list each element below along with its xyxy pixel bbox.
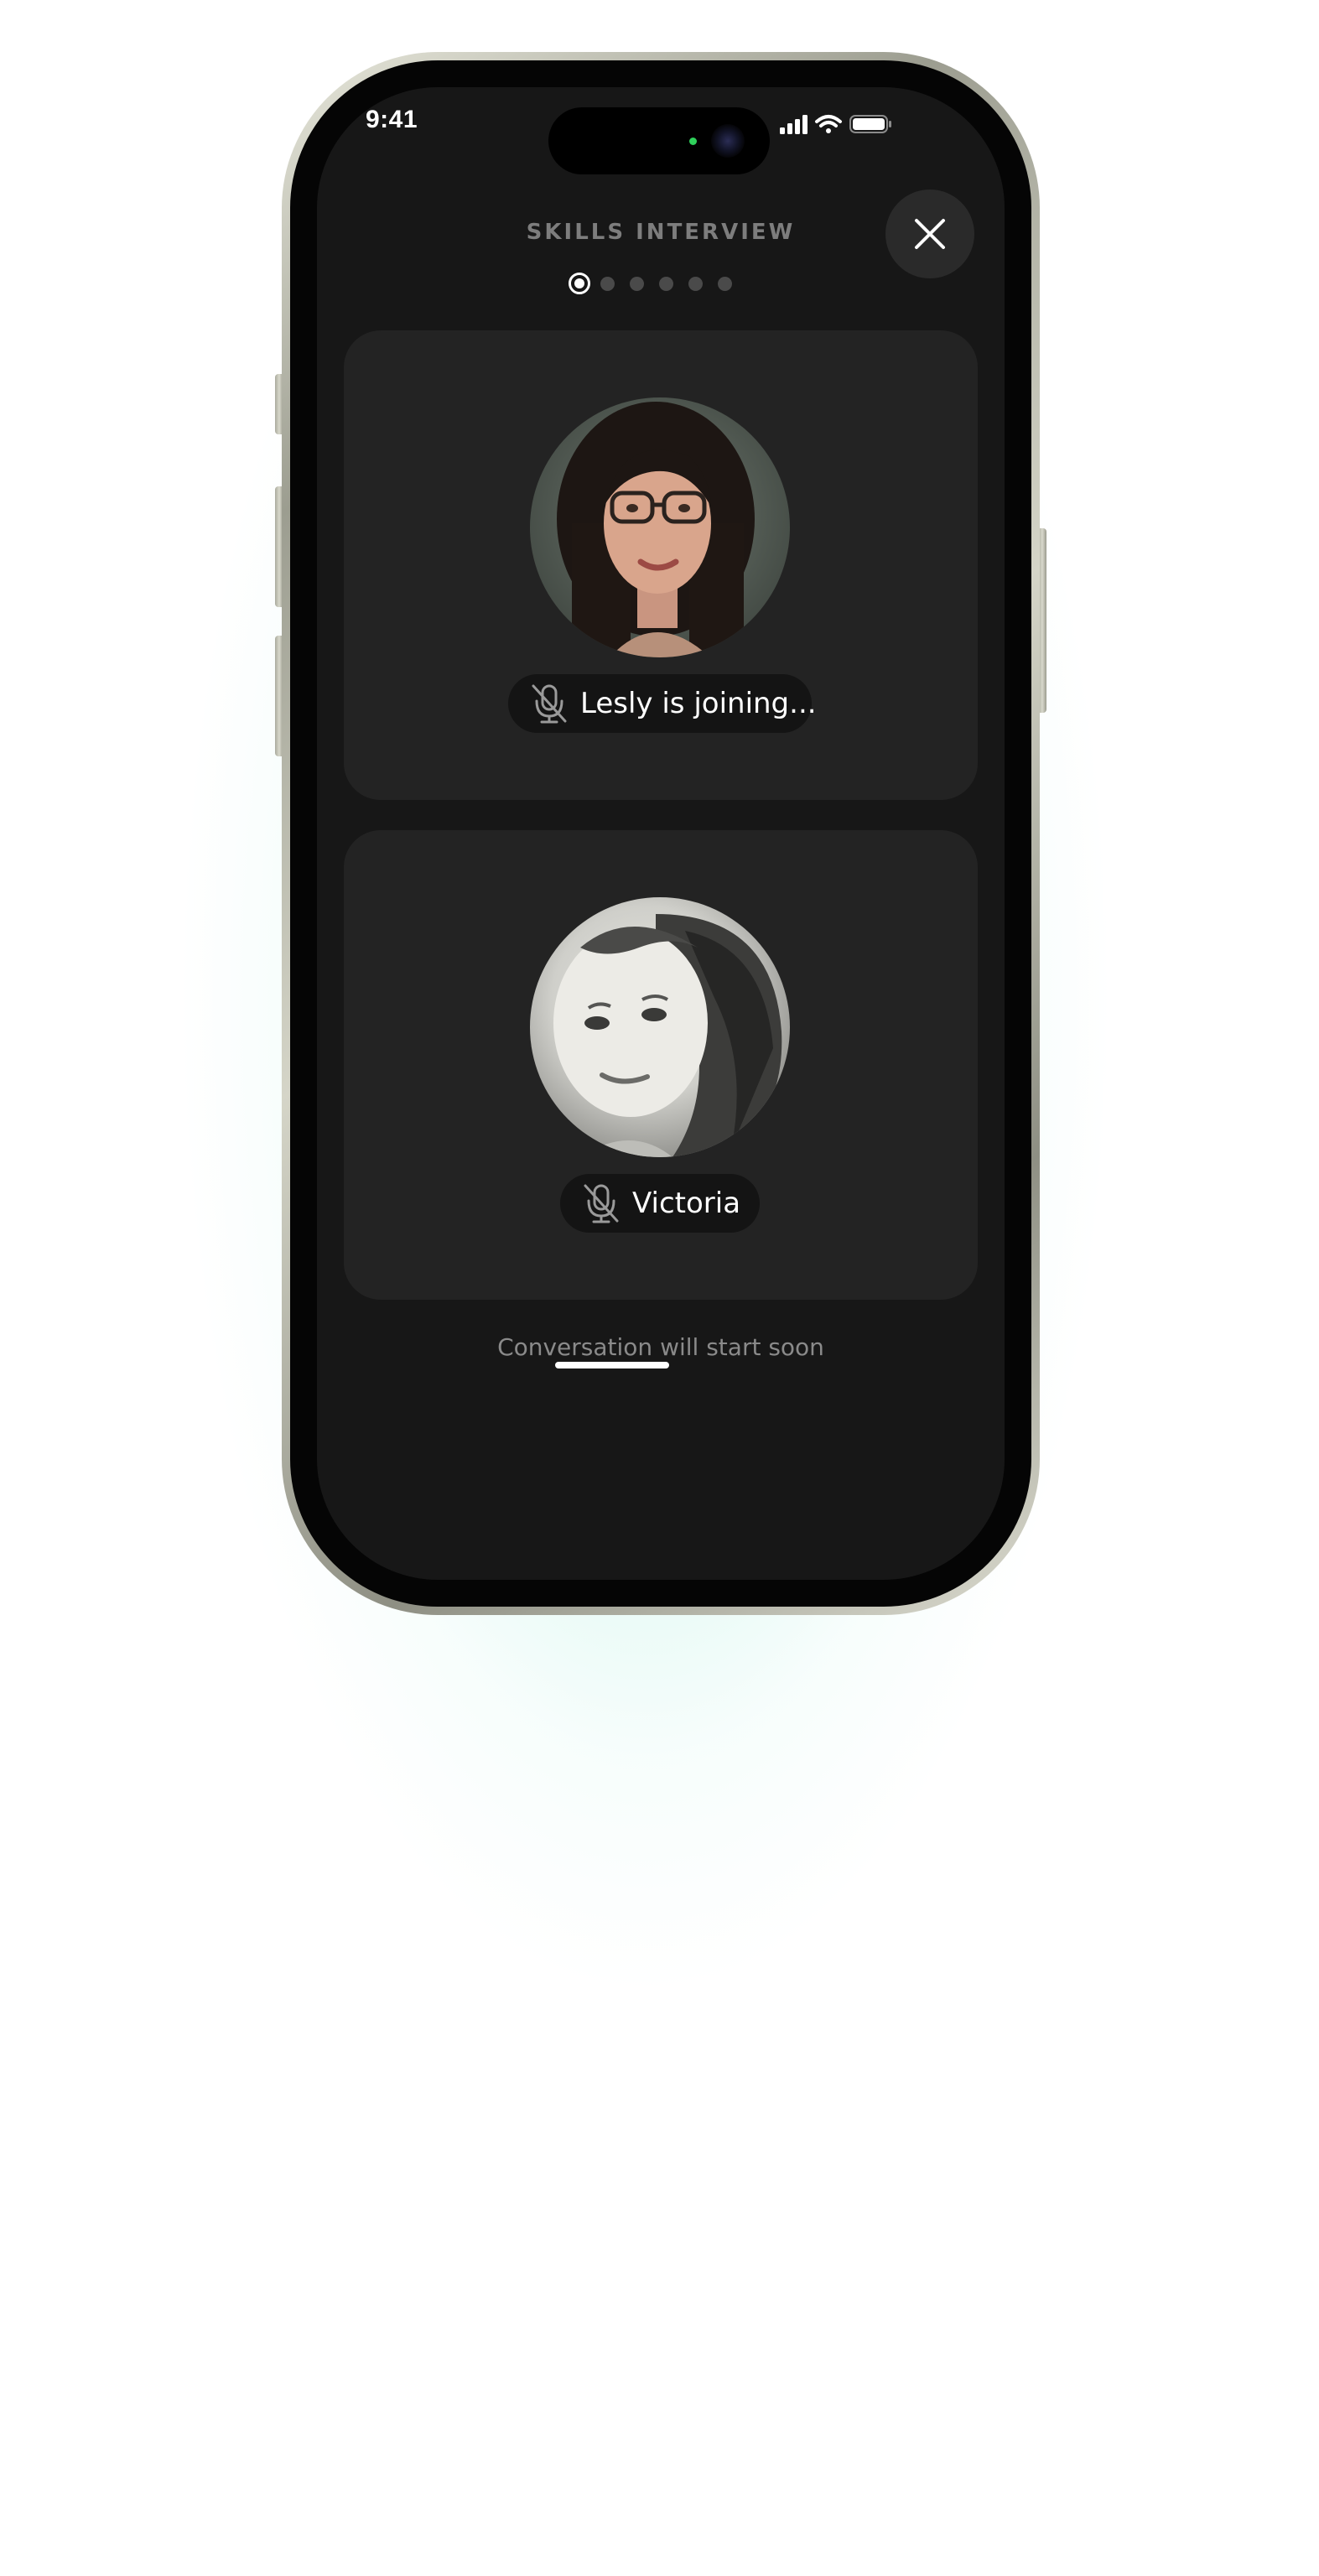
cellular-signal-icon bbox=[780, 115, 807, 134]
battery-icon bbox=[849, 115, 891, 133]
status-bar: 9:41 bbox=[317, 87, 1005, 174]
conversation-status-text: Conversation will start soon bbox=[497, 1333, 824, 1361]
participant-name-pill: Lesly is joining... bbox=[508, 674, 817, 733]
step-dot-3 bbox=[630, 276, 644, 291]
avatar bbox=[530, 897, 790, 1157]
camera-lens bbox=[711, 124, 745, 158]
avatar-portrait bbox=[557, 402, 755, 657]
step-indicator bbox=[569, 268, 753, 299]
participant-name: Victoria bbox=[632, 1187, 741, 1220]
page-title: SKILLS INTERVIEW bbox=[526, 220, 796, 245]
dynamic-island bbox=[548, 107, 770, 174]
step-dot-6 bbox=[718, 276, 732, 291]
step-dot-4 bbox=[659, 276, 673, 291]
camera-indicator-dot bbox=[689, 138, 697, 145]
avatar bbox=[530, 397, 790, 657]
phone-screen: 9:41 SKILLS INTERVIEW Lesly is joining..… bbox=[317, 87, 1005, 1580]
avatar-portrait bbox=[553, 914, 782, 1157]
home-indicator[interactable] bbox=[555, 1362, 669, 1368]
participant-card-candidate: Victoria bbox=[344, 830, 978, 1300]
participant-card-interviewer: Lesly is joining... bbox=[344, 330, 978, 800]
status-icons bbox=[780, 115, 891, 134]
step-dot-2 bbox=[600, 276, 615, 291]
participant-name: Lesly is joining... bbox=[580, 687, 817, 720]
wifi-icon bbox=[815, 115, 842, 133]
mic-off-icon bbox=[584, 1184, 619, 1223]
step-dot-5 bbox=[688, 276, 703, 291]
status-time: 9:41 bbox=[366, 106, 418, 133]
mic-off-icon bbox=[532, 684, 567, 724]
participant-name-pill: Victoria bbox=[560, 1174, 760, 1233]
step-dot-1-active bbox=[569, 273, 590, 294]
